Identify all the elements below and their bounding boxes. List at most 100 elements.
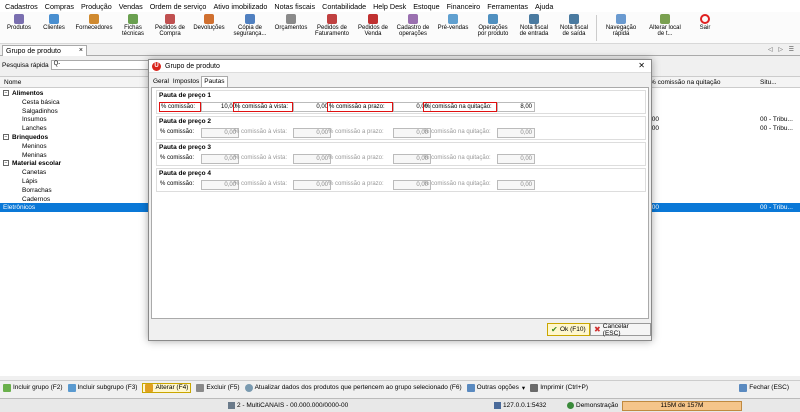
price-tier-title: Pauta de preço 4 — [159, 170, 212, 177]
toolbar-devolucoes-button[interactable]: Devoluções — [190, 12, 228, 44]
column-header-commission[interactable]: % comissão na quitação — [650, 79, 720, 86]
toolbar-navegacao-rapida-button[interactable]: Navegação rápida — [599, 12, 643, 44]
menu-ajuda[interactable]: Ajuda — [535, 2, 553, 11]
column-header-status[interactable]: Situ... — [760, 79, 777, 86]
price-tier-title: Pauta de preço 1 — [159, 92, 212, 99]
price-tier-title: Pauta de preço 3 — [159, 144, 212, 151]
toolbar-produtos-button[interactable]: Produtos — [2, 12, 36, 44]
collapse-toggle-icon[interactable]: − — [3, 160, 9, 167]
ok-button[interactable]: ✔ Ok (F10) — [547, 323, 590, 336]
commission-input[interactable]: 0,00 — [497, 153, 535, 164]
toolbar-pedidos-de-venda-button[interactable]: Pedidos de Venda — [354, 12, 392, 44]
toolbar-label: Operações por produto — [477, 25, 509, 38]
include-subgroup-button[interactable]: Incluir subgrupo (F3) — [67, 383, 138, 392]
update-button[interactable]: Atualizar dados dos produtos que pertenc… — [244, 383, 462, 392]
menu-contabilidade[interactable]: Contabilidade — [322, 2, 366, 11]
toolbar-pedidos-de-faturamento-button[interactable]: Pedidos de Faturamento — [310, 12, 354, 44]
close-button[interactable]: Fechar (ESC) — [739, 383, 789, 392]
toolbar-alterar-local-de-t-button[interactable]: Alterar local de t... — [643, 12, 687, 44]
toolbar-label: Pré-vendas — [437, 25, 469, 31]
alter-button[interactable]: Alterar (F4) — [142, 382, 192, 393]
quote-icon — [286, 14, 296, 24]
print-button[interactable]: Imprimir (Ctrl+P) — [530, 383, 588, 392]
close-icon[interactable]: × — [79, 47, 83, 54]
menu-notas-fiscais[interactable]: Notas fiscais — [274, 2, 315, 11]
commission-field-1: % comissão: 0,00 — [159, 127, 239, 138]
backup-icon — [245, 14, 255, 24]
company-text: 2 - MultiCANAIS - 00.000.000/0000-00 — [237, 402, 349, 409]
toolbar-sair-button[interactable]: Sair — [687, 12, 723, 44]
tab-grupo-de-produto[interactable]: Grupo de produto × — [2, 45, 87, 56]
delete-label: Excluir (F5) — [206, 384, 240, 391]
menu-ordem-de-servico[interactable]: Ordem de serviço — [150, 2, 207, 11]
row-name: Material escolar — [12, 160, 62, 168]
dialog-tabs: Geral Impostos Pautas — [151, 76, 228, 87]
toolbar-copia-de-seguranca-button[interactable]: Cópia de segurança... — [228, 12, 272, 44]
other-options-button[interactable]: Outras opções ▾ — [466, 383, 526, 392]
toolbar-nota-fiscal-de-saida-button[interactable]: Nota fiscal de saída — [554, 12, 594, 44]
menu-help-desk[interactable]: Help Desk — [373, 2, 406, 11]
cancel-icon: ✖ — [594, 325, 601, 334]
tab-impostos[interactable]: Impostos — [171, 77, 201, 87]
commission-field-1: % comissão: 10,00 — [159, 101, 239, 112]
document-tabs: Grupo de produto × ◁ ▷ ☰ — [0, 44, 800, 56]
close-label: Fechar (ESC) — [749, 384, 789, 391]
commission-label: % comissão à vista: — [234, 154, 288, 161]
cancel-button[interactable]: ✖ Cancelar (ESC) — [590, 322, 651, 337]
menu-vendas[interactable]: Vendas — [119, 2, 143, 11]
commission-input[interactable]: 0,00 — [293, 179, 331, 190]
collapse-toggle-icon[interactable]: − — [3, 134, 9, 140]
row-name: Cadernos — [22, 195, 51, 203]
commission-field-1: % comissão: 0,00 — [159, 153, 239, 164]
menu-estoque[interactable]: Estoque — [413, 2, 439, 11]
menu-compras[interactable]: Compras — [45, 2, 74, 11]
tab-geral[interactable]: Geral — [151, 77, 171, 87]
price-tier-1: Pauta de preço 1% comissão: 10,00% comiss… — [156, 90, 646, 114]
commission-input[interactable]: 0,00 — [293, 153, 331, 164]
include-subgroup-label: Incluir subgrupo (F3) — [77, 384, 138, 391]
commission-input[interactable]: 0,00 — [293, 127, 331, 138]
tab-pautas[interactable]: Pautas — [201, 76, 228, 87]
menu-ferramentas[interactable]: Ferramentas — [487, 2, 528, 11]
tab-nav-icons[interactable]: ◁ ▷ ☰ — [768, 46, 796, 53]
commission-input[interactable]: 8,00 — [497, 101, 535, 112]
toolbar-nota-fiscal-de-entrada-button[interactable]: Nota fiscal de entrada — [514, 12, 554, 44]
menu-cadastros[interactable]: Cadastros — [5, 2, 38, 11]
toolbar-cadastro-de-operacoes-button[interactable]: Cadastro de operações — [392, 12, 434, 44]
commission-field-2: % comissão à vista: 0,00 — [233, 179, 331, 190]
cancel-label: Cancelar (ESC) — [602, 322, 629, 337]
chevron-down-icon: ▾ — [521, 384, 526, 392]
column-header-name[interactable]: Nome — [4, 79, 21, 86]
row-status: 00 - Tribu... — [760, 125, 793, 133]
toolbar-orcamentos-button[interactable]: Orçamentos — [272, 12, 310, 44]
menu-financeiro[interactable]: Financeiro — [447, 2, 481, 11]
toolbar-label: Navegação rápida — [605, 25, 637, 38]
close-icon[interactable]: ✕ — [638, 61, 645, 70]
commission-input[interactable]: 0,00 — [497, 179, 535, 190]
menu-producao[interactable]: Produção — [81, 2, 112, 11]
home-icon — [660, 14, 670, 24]
toolbar-label: Sair — [699, 25, 711, 31]
toolbar-fichas-tecnicas-button[interactable]: Fichas técnicas — [116, 12, 150, 44]
add-icon — [3, 383, 11, 392]
cart-icon — [165, 14, 175, 24]
company-icon — [228, 402, 235, 409]
collapse-toggle-icon[interactable]: − — [3, 90, 9, 96]
sale-icon — [368, 14, 378, 24]
menu-ativo-imobilizado[interactable]: Ativo imobilizado — [213, 2, 267, 11]
commission-input[interactable]: 0,00 — [293, 101, 331, 112]
include-group-button[interactable]: Incluir grupo (F2) — [3, 383, 63, 392]
toolbar-fornecedores-button[interactable]: Fornecedores — [72, 12, 116, 44]
toolbar-pedidos-de-compra-button[interactable]: Pedidos de Compra — [150, 12, 190, 44]
search-input[interactable]: Q- — [50, 60, 161, 70]
commission-field-1: % comissão: 0,00 — [159, 179, 239, 190]
toolbar-operacoes-por-produto-button[interactable]: Operações por produto — [472, 12, 514, 44]
toolbar-label: Cadastro de operações — [396, 25, 430, 38]
search-label: Pesquisa rápida — [2, 61, 49, 69]
row-name: Canetas — [22, 169, 47, 177]
row-name: Eletrônicos — [3, 204, 36, 212]
toolbar-clientes-button[interactable]: Clientes — [36, 12, 72, 44]
toolbar-pre-vendas-button[interactable]: Pré-vendas — [434, 12, 472, 44]
delete-button[interactable]: Excluir (F5) — [196, 383, 240, 392]
commission-input[interactable]: 0,00 — [497, 127, 535, 138]
